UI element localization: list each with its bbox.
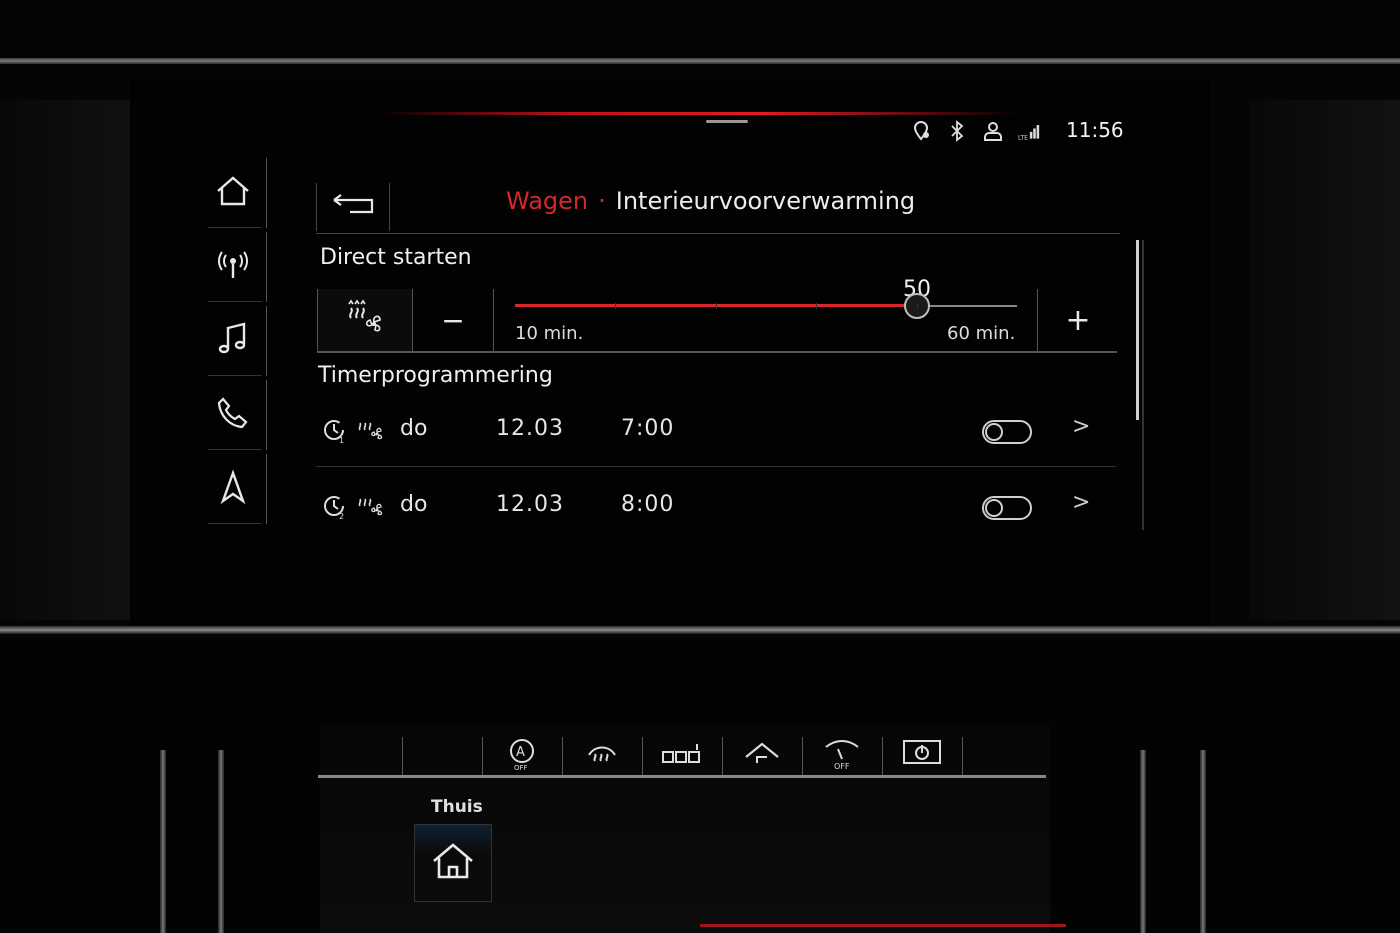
breadcrumb-separator: · (598, 187, 606, 215)
right-air-vent (1250, 100, 1400, 620)
side-navigation (200, 158, 270, 530)
chevron-right-icon[interactable]: > (1072, 490, 1090, 515)
back-arrow-icon (330, 192, 376, 222)
home-icon (431, 841, 475, 885)
chevron-right-icon[interactable]: > (1072, 414, 1090, 439)
toggle-knob (985, 423, 1003, 441)
console-pillar-left (160, 750, 166, 933)
screen-power-icon (902, 739, 942, 773)
timer-row[interactable]: 2 do 12.03 8:00 > (316, 474, 1116, 538)
bluetooth-icon (946, 120, 968, 142)
dashboard-trim-top (0, 58, 1400, 64)
defrost-icon (585, 739, 619, 773)
nav-radio-button[interactable] (200, 232, 267, 302)
screen-power-button[interactable] (882, 737, 961, 775)
svg-text:LTE: LTE (1018, 135, 1028, 141)
svg-text:OFF: OFF (834, 762, 850, 771)
breadcrumb: Wagen · Interieurvoorverwarming (506, 187, 915, 215)
timer-date: 12.03 (496, 492, 564, 517)
status-bar: LTE (910, 118, 1040, 144)
home-screen-button[interactable] (414, 824, 492, 902)
clock-time: 11:56 (1066, 118, 1124, 142)
heater-fan-icon (356, 416, 386, 448)
start-heating-button[interactable] (317, 289, 413, 351)
location-pin-icon (910, 120, 932, 142)
timer-clock-icon: 2 (322, 494, 348, 524)
row-divider (316, 466, 1116, 467)
radio-antenna-icon (215, 249, 251, 285)
timer-time: 8:00 (621, 492, 675, 517)
wiper-off-button[interactable]: OFF (802, 737, 881, 775)
direct-start-panel: − 50 10 min. 60 min. + (317, 277, 1118, 353)
home-icon (215, 175, 251, 211)
navigation-arrow-icon (215, 469, 251, 509)
console-pillar-right (1200, 750, 1206, 933)
console-pillar-left-inner (218, 750, 224, 933)
control-bar (318, 775, 1046, 778)
timer-toggle[interactable] (982, 496, 1032, 520)
timer-time: 7:00 (621, 416, 675, 441)
slider-min-label: 10 min. (515, 323, 584, 344)
timer-number: 1 (339, 436, 344, 444)
lte-signal-icon: LTE (1018, 120, 1040, 142)
heater-fan-icon (356, 492, 386, 524)
increase-duration-button[interactable]: + (1037, 289, 1118, 351)
page-header: Wagen · Interieurvoorverwarming (316, 183, 1120, 234)
slider-tick (716, 303, 717, 309)
timer-row[interactable]: 1 do 12.03 7:00 > (316, 398, 1116, 462)
timer-number: 2 (339, 512, 344, 520)
nav-phone-button[interactable] (200, 380, 267, 450)
accent-line (700, 924, 1066, 927)
console-pillar-right-inner (1140, 750, 1146, 933)
music-note-icon (215, 321, 251, 361)
left-air-vent (0, 100, 150, 620)
timer-clock-icon: 1 (322, 418, 348, 448)
phone-icon (215, 395, 251, 435)
breadcrumb-parent[interactable]: Wagen (506, 187, 588, 215)
user-profile-icon (982, 120, 1004, 142)
timer-day: do (400, 492, 428, 517)
svg-text:A: A (516, 745, 525, 760)
nav-navigation-button[interactable] (200, 454, 267, 524)
decrease-duration-button[interactable]: − (413, 289, 494, 351)
ctrl-blank-button[interactable] (402, 737, 481, 775)
nav-media-button[interactable] (200, 306, 267, 376)
parking-sensors-icon (661, 742, 703, 770)
heater-fan-icon (343, 298, 387, 342)
pull-down-handle[interactable] (706, 120, 748, 123)
slider-tick (615, 303, 616, 309)
ctrl-blank-button-right[interactable] (962, 737, 1041, 775)
timer-section-title: Timerprogrammering (318, 363, 553, 388)
nav-home-button[interactable] (200, 158, 267, 228)
home-screen-label: Thuis (431, 797, 483, 817)
home-return-button[interactable] (722, 737, 801, 775)
timer-date: 12.03 (496, 416, 564, 441)
auto-off-icon: A OFF (506, 737, 538, 775)
direct-start-title: Direct starten (320, 245, 472, 270)
slider-tick (917, 303, 918, 309)
back-button[interactable] (316, 183, 390, 231)
dashboard-trim-bottom (0, 626, 1400, 634)
toggle-knob (985, 499, 1003, 517)
scrollbar-thumb[interactable] (1136, 240, 1139, 420)
scroll-track (1142, 240, 1144, 530)
page-title: Interieurvoorverwarming (615, 187, 916, 215)
defrost-button[interactable] (562, 737, 641, 775)
parking-sensors-button[interactable] (642, 737, 721, 775)
wiper-off-icon: OFF (822, 737, 862, 775)
slider-max-label: 60 min. (947, 323, 1016, 344)
duration-slider[interactable]: 50 (515, 277, 1017, 319)
home-return-icon (743, 741, 781, 771)
timer-day: do (400, 416, 428, 441)
svg-text:OFF: OFF (514, 764, 528, 771)
auto-off-button[interactable]: A OFF (482, 737, 561, 775)
accent-glow (380, 112, 1020, 115)
slider-tick (816, 303, 817, 309)
timer-toggle[interactable] (982, 420, 1032, 444)
